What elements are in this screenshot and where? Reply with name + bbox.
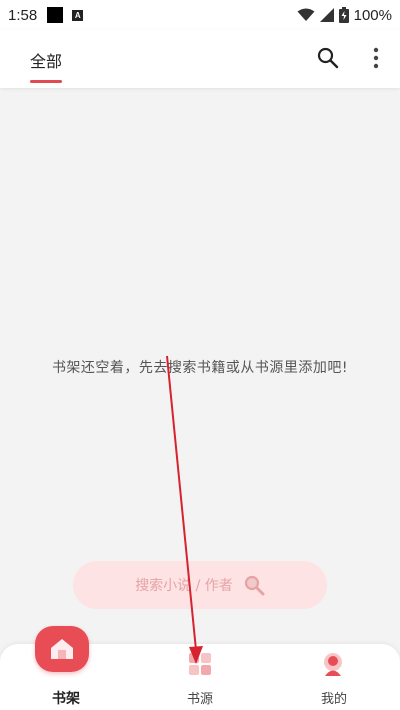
magnifier-icon [244, 575, 265, 596]
empty-shelf-message: 书架还空着，先去搜索书籍或从书源里添加吧! [51, 360, 349, 376]
notification-square-icon [47, 7, 64, 23]
bottom-navigation: 书架 书源 我的 [0, 626, 400, 710]
battery-percent: 100% [353, 6, 392, 24]
status-time: 1:58 [8, 6, 38, 24]
nav-label-bookshelf: 书架 [52, 691, 80, 707]
nav-item-bookshelf[interactable]: 书架 [35, 626, 96, 710]
bookshelf-home-icon [51, 639, 73, 659]
profile-icon-wrap [320, 652, 346, 682]
more-vertical-icon [373, 47, 379, 69]
status-bar: 1:58 A 100% [0, 0, 400, 30]
nav-item-book-source[interactable]: 书源 [170, 644, 230, 710]
bookshelf-active-bg [35, 626, 89, 672]
notification-a-icon: A [72, 9, 84, 21]
nav-label-book-source: 书源 [186, 692, 213, 707]
battery-icon [338, 7, 349, 23]
wifi-icon [297, 8, 315, 21]
nav-label-mine: 我的 [320, 692, 347, 707]
more-options-button[interactable] [366, 46, 386, 70]
profile-person-icon [324, 653, 342, 676]
tab-all-label: 全部 [30, 52, 63, 71]
nav-item-mine[interactable]: 我的 [304, 644, 364, 710]
search-pill-label: 搜索小说 / 作者 [135, 578, 233, 594]
book-source-icon-wrap [188, 652, 212, 680]
status-right-group: 100% [297, 7, 392, 24]
signal-icon [319, 8, 334, 22]
tab-active-indicator [30, 80, 62, 83]
tab-all[interactable]: 全部 [30, 30, 64, 88]
search-icon [317, 47, 339, 69]
book-source-grid-icon [189, 653, 211, 675]
search-button[interactable] [316, 46, 340, 70]
top-app-bar: 全部 [0, 30, 400, 88]
search-novel-author-button[interactable]: 搜索小说 / 作者 [73, 561, 327, 609]
